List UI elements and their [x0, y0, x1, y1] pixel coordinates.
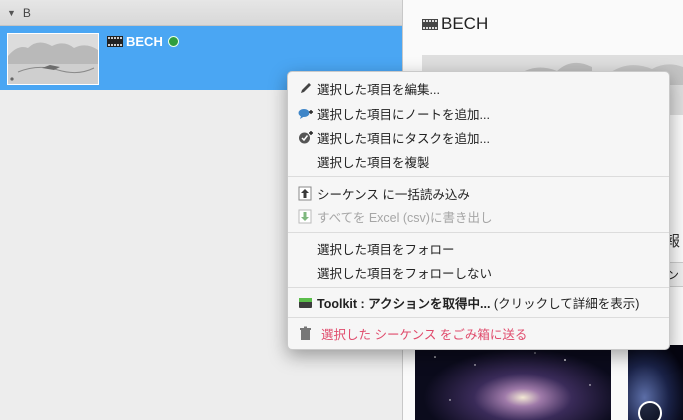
film-icon — [422, 18, 438, 30]
play-icon[interactable] — [638, 401, 662, 420]
upload-icon — [298, 186, 312, 201]
group-label: B — [22, 5, 31, 20]
trash-icon — [300, 326, 311, 340]
menu-item-bulk-import[interactable]: シーケンス に一括読み込み — [288, 182, 669, 204]
chevron-down-icon[interactable]: ▼ — [7, 8, 16, 18]
menu-separator — [288, 287, 669, 288]
row-title[interactable]: BECH — [107, 34, 179, 49]
status-indicator-icon — [167, 36, 179, 47]
detail-title-text: BECH — [441, 14, 489, 33]
menu-item-add-note[interactable]: 選択した項目にノートを追加... — [288, 102, 669, 124]
thumbnail-image[interactable] — [7, 33, 99, 85]
menu-item-edit[interactable]: 選択した項目を編集... — [288, 77, 669, 99]
menu-item-add-task[interactable]: 選択した項目にタスクを追加... — [288, 126, 669, 148]
film-icon — [107, 36, 123, 47]
media-thumbnail-2[interactable] — [628, 345, 683, 420]
menu-separator — [288, 232, 669, 233]
menu-item-duplicate[interactable]: 選択した項目を複製 — [288, 150, 669, 172]
menu-item-toolkit[interactable]: Toolkit : アクションを取得中... (クリックして詳細を表示) — [288, 291, 669, 313]
note-add-icon — [298, 109, 313, 119]
task-add-icon — [299, 131, 313, 144]
menu-separator — [288, 176, 669, 177]
toolkit-label-bold: Toolkit : アクションを取得中... — [317, 296, 491, 311]
group-header[interactable]: ▼ B — [0, 0, 402, 26]
menu-item-export-csv[interactable]: すべてを Excel (csv)に書き出し — [288, 205, 669, 227]
menu-item-unfollow[interactable]: 選択した項目をフォローしない — [288, 261, 669, 283]
toolkit-label-rest: (クリックして詳細を表示) — [490, 296, 640, 311]
menu-item-follow[interactable]: 選択した項目をフォロー — [288, 237, 669, 259]
menu-separator — [288, 317, 669, 318]
media-thumbnail-1[interactable] — [415, 345, 611, 420]
pencil-icon — [301, 83, 311, 93]
menu-item-trash[interactable]: 選択した シーケンス をごみ箱に送る — [288, 322, 669, 344]
download-icon — [298, 209, 312, 224]
context-menu: 選択した項目を編集... 選択した項目にノートを追加... 選択した項目にタスク… — [287, 71, 670, 350]
toolkit-icon — [299, 298, 312, 308]
detail-title: BECH — [422, 14, 488, 34]
row-title-text: BECH — [126, 34, 163, 49]
